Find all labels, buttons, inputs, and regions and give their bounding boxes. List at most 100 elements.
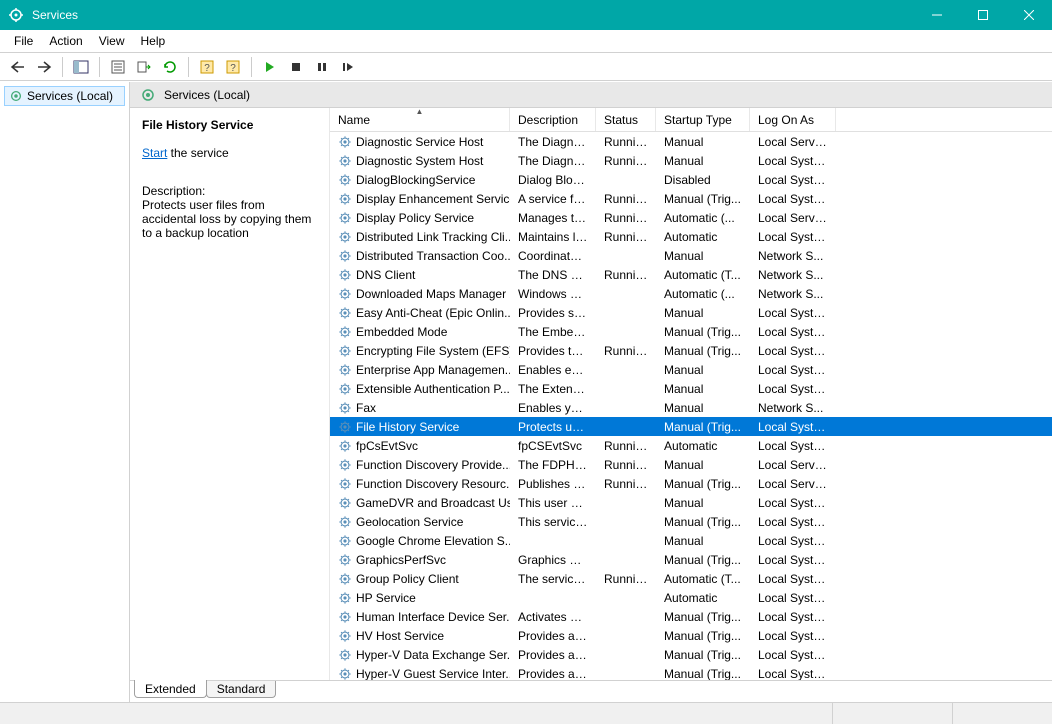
service-row[interactable]: Human Interface Device Ser...Activates a… [330, 607, 1052, 626]
service-name-text: Google Chrome Elevation S... [356, 534, 510, 548]
back-button[interactable] [6, 56, 30, 78]
cell-status: Running [596, 477, 656, 491]
start-service-button[interactable] [258, 56, 282, 78]
service-gear-icon [338, 496, 352, 510]
cell-name: Downloaded Maps Manager [330, 287, 510, 301]
service-row[interactable]: Extensible Authentication P...The Extens… [330, 379, 1052, 398]
cell-description: The Embed... [510, 325, 596, 339]
tab-extended[interactable]: Extended [134, 680, 207, 698]
menu-action[interactable]: Action [41, 32, 90, 50]
service-row[interactable]: Geolocation ServiceThis service ...Manua… [330, 512, 1052, 531]
show-hide-tree-button[interactable] [69, 56, 93, 78]
cell-description: Enables you... [510, 401, 596, 415]
svg-text:?: ? [230, 63, 236, 74]
service-row[interactable]: Diagnostic Service HostThe Diagno...Runn… [330, 132, 1052, 151]
export-list-button[interactable] [132, 56, 156, 78]
menu-help[interactable]: Help [133, 32, 174, 50]
service-row[interactable]: Encrypting File System (EFS)Provides th.… [330, 341, 1052, 360]
content-pane: Services (Local) File History Service St… [130, 82, 1052, 702]
stop-service-button[interactable] [284, 56, 308, 78]
sort-ascending-icon: ▲ [416, 108, 424, 116]
content-header-title: Services (Local) [164, 88, 250, 102]
content-body: File History Service Start the service D… [130, 108, 1052, 680]
service-row[interactable]: Function Discovery Provide...The FDPHO..… [330, 455, 1052, 474]
service-row[interactable]: Distributed Transaction Coo...Coordinate… [330, 246, 1052, 265]
start-service-link[interactable]: Start [142, 146, 167, 160]
column-header-status[interactable]: Status [596, 108, 656, 131]
menu-file[interactable]: File [6, 32, 41, 50]
service-row[interactable]: Hyper-V Guest Service Inter...Provides a… [330, 664, 1052, 680]
service-row[interactable]: Display Policy ServiceManages th...Runni… [330, 208, 1052, 227]
tree-node-services-local[interactable]: Services (Local) [4, 86, 125, 106]
service-row[interactable]: File History ServiceProtects use...Manua… [330, 417, 1052, 436]
service-row[interactable]: fpCsEvtSvcfpCSEvtSvcRunningAutomaticLoca… [330, 436, 1052, 455]
service-row[interactable]: HV Host ServiceProvides an...Manual (Tri… [330, 626, 1052, 645]
service-row[interactable]: Diagnostic System HostThe Diagno...Runni… [330, 151, 1052, 170]
cell-description: Provides a ... [510, 648, 596, 662]
cell-status: Running [596, 572, 656, 586]
cell-logon: Local Syste... [750, 667, 836, 681]
cell-name: DialogBlockingService [330, 173, 510, 187]
list-body[interactable]: Diagnostic Service HostThe Diagno...Runn… [330, 132, 1052, 680]
service-row[interactable]: Enterprise App Managemen...Enables ent..… [330, 360, 1052, 379]
column-header-logon[interactable]: Log On As [750, 108, 836, 131]
cell-status: Running [596, 458, 656, 472]
service-gear-icon [338, 230, 352, 244]
service-name-text: Distributed Transaction Coo... [356, 249, 510, 263]
column-header-name[interactable]: Name ▲ [330, 108, 510, 131]
cell-description: Maintains li... [510, 230, 596, 244]
service-gear-icon [338, 135, 352, 149]
service-row[interactable]: Embedded ModeThe Embed...Manual (Trig...… [330, 322, 1052, 341]
restart-service-button[interactable] [336, 56, 360, 78]
tab-standard[interactable]: Standard [206, 681, 277, 698]
service-row[interactable]: Downloaded Maps ManagerWindows se...Auto… [330, 284, 1052, 303]
window-title: Services [32, 8, 914, 22]
cell-name: Distributed Transaction Coo... [330, 249, 510, 263]
service-row[interactable]: GameDVR and Broadcast Us...This user ser… [330, 493, 1052, 512]
cell-name: Enterprise App Managemen... [330, 363, 510, 377]
service-row[interactable]: DialogBlockingServiceDialog Bloc...Disab… [330, 170, 1052, 189]
pause-service-button[interactable] [310, 56, 334, 78]
cell-startup: Manual [656, 382, 750, 396]
service-row[interactable]: Easy Anti-Cheat (Epic Onlin...Provides s… [330, 303, 1052, 322]
service-row[interactable]: Function Discovery Resourc...Publishes t… [330, 474, 1052, 493]
column-header-startup[interactable]: Startup Type [656, 108, 750, 131]
service-row[interactable]: Group Policy ClientThe service i...Runni… [330, 569, 1052, 588]
service-row[interactable]: Display Enhancement ServiceA service fo.… [330, 189, 1052, 208]
cell-description: Publishes th... [510, 477, 596, 491]
service-name-text: Human Interface Device Ser... [356, 610, 510, 624]
cell-startup: Manual (Trig... [656, 610, 750, 624]
service-row[interactable]: Distributed Link Tracking Cli...Maintain… [330, 227, 1052, 246]
properties-button[interactable] [106, 56, 130, 78]
cell-name: Human Interface Device Ser... [330, 610, 510, 624]
cell-startup: Manual (Trig... [656, 515, 750, 529]
service-row[interactable]: FaxEnables you...ManualNetwork S... [330, 398, 1052, 417]
service-name-text: Function Discovery Resourc... [356, 477, 510, 491]
minimize-button[interactable] [914, 0, 960, 30]
cell-logon: Local Service [750, 458, 836, 472]
svg-text:?: ? [204, 63, 210, 74]
help-button[interactable]: ? [195, 56, 219, 78]
maximize-button[interactable] [960, 0, 1006, 30]
service-name-text: Easy Anti-Cheat (Epic Onlin... [356, 306, 510, 320]
cell-name: GameDVR and Broadcast Us... [330, 496, 510, 510]
refresh-button[interactable] [158, 56, 182, 78]
cell-name: HV Host Service [330, 629, 510, 643]
service-name-text: Hyper-V Data Exchange Ser... [356, 648, 510, 662]
menu-view[interactable]: View [91, 32, 133, 50]
column-header-description[interactable]: Description [510, 108, 596, 131]
service-row[interactable]: DNS ClientThe DNS Cli...RunningAutomatic… [330, 265, 1052, 284]
cell-description: The service i... [510, 572, 596, 586]
cell-logon: Local Syste... [750, 534, 836, 548]
cell-startup: Manual (Trig... [656, 477, 750, 491]
close-button[interactable] [1006, 0, 1052, 30]
service-row[interactable]: GraphicsPerfSvcGraphics pe...Manual (Tri… [330, 550, 1052, 569]
service-name-text: Diagnostic System Host [356, 154, 483, 168]
help2-button[interactable]: ? [221, 56, 245, 78]
view-tabs: Extended Standard [130, 680, 1052, 702]
service-row[interactable]: HP ServiceAutomaticLocal Syste... [330, 588, 1052, 607]
service-row[interactable]: Hyper-V Data Exchange Ser...Provides a .… [330, 645, 1052, 664]
service-row[interactable]: Google Chrome Elevation S...ManualLocal … [330, 531, 1052, 550]
forward-button[interactable] [32, 56, 56, 78]
cell-name: Distributed Link Tracking Cli... [330, 230, 510, 244]
